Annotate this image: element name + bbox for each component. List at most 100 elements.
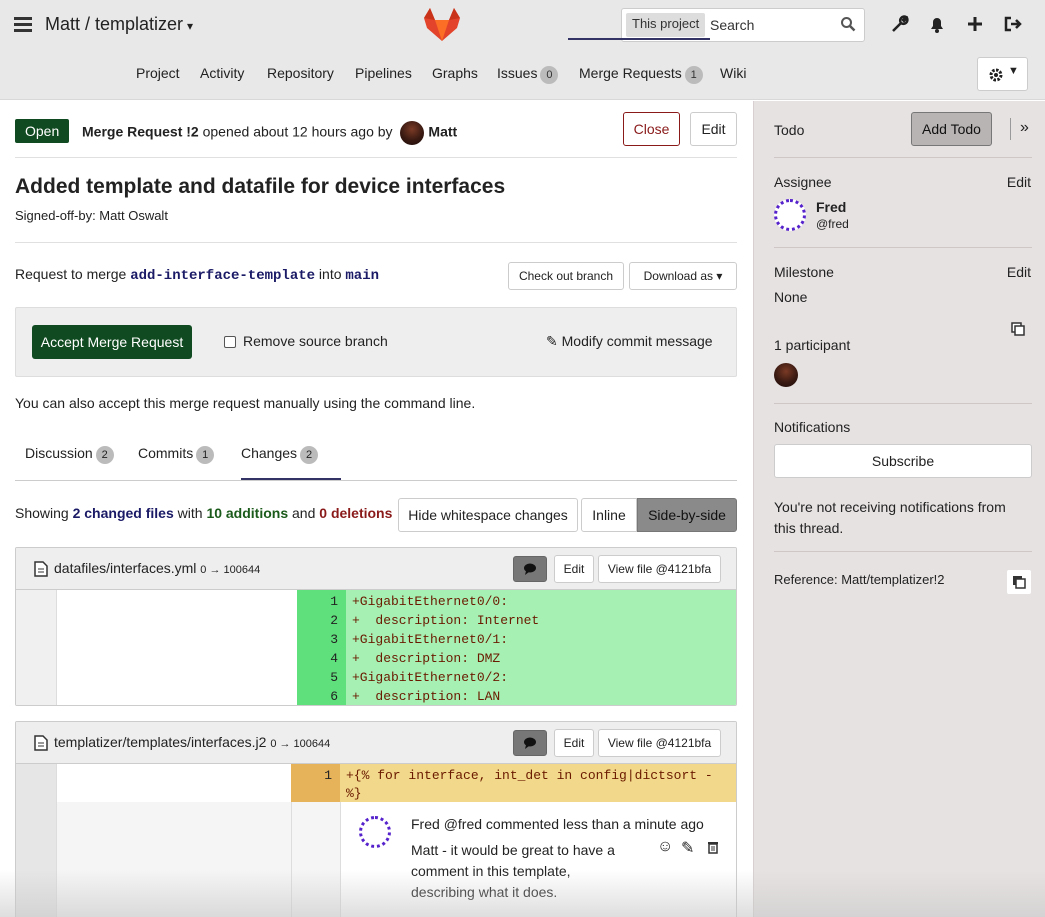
old-line-gutter [16,590,56,705]
tab-commits[interactable]: Commits 1 [138,445,215,464]
diff-file-header: templatizer/templates/interfaces.j2 0 → … [16,722,736,764]
avatar[interactable] [774,199,806,231]
copy-icon[interactable] [1011,322,1025,336]
comment-thread: Fred @fred commented less than a minute … [340,802,736,917]
tab-discussion[interactable]: Discussion 2 [25,445,114,464]
search-box[interactable]: This project Search [621,8,865,42]
avatar[interactable] [774,363,798,387]
avatar[interactable] [359,816,391,848]
menu-icon[interactable] [14,17,32,33]
accept-merge-request-button[interactable]: Accept Merge Request [32,325,192,359]
file-edit-button[interactable]: Edit [554,729,594,757]
plus-icon[interactable] [965,14,985,34]
modify-commit-message-link[interactable]: ✎ Modify commit message [546,333,713,350]
side-by-side-view-button[interactable]: Side-by-side [637,498,737,532]
changed-files-link[interactable]: 2 changed files [73,505,174,521]
deletions-count: 0 deletions [319,505,393,521]
gear-icon [989,68,1003,82]
line-number[interactable]: 5 [297,668,346,687]
old-side-empty [56,590,296,705]
nav-tab-activity[interactable]: Activity [200,65,244,81]
assignee-edit-link[interactable]: Edit [1007,174,1031,190]
hide-whitespace-button[interactable]: Hide whitespace changes [398,498,578,532]
diff-summary: Showing 2 changed files with 10 addition… [15,505,392,521]
toggle-comments-button[interactable] [513,556,547,582]
search-scope-badge[interactable]: This project [626,13,706,37]
assignee-handle: @fred [816,217,849,231]
avatar[interactable] [400,121,425,145]
nav-tab-wiki[interactable]: Wiki [720,65,746,81]
project-nav: Project Activity Repository Pipelines Gr… [0,60,1045,100]
milestone-edit-link[interactable]: Edit [1007,264,1031,280]
right-sidebar: Todo Add Todo » Assignee Edit Fred @fred… [753,101,1045,917]
line-number[interactable]: 1 [297,592,346,611]
sign-out-icon[interactable] [1003,14,1023,34]
manual-accept-period: . [471,395,476,411]
nav-tab-project[interactable]: Project [136,65,180,81]
project-title[interactable]: Matt / templatizer ▾ [45,14,193,35]
search-input[interactable]: Search [710,17,754,33]
comment-line: comment in this template, [411,863,571,879]
merge-branches-line: Request to merge add-interface-template … [15,266,379,284]
bell-icon[interactable] [927,14,947,34]
mr-info-line: Merge Request !2 opened about 12 hours a… [82,121,457,145]
remove-source-branch-checkbox[interactable] [224,336,236,348]
pencil-icon[interactable]: ✎ [681,838,694,858]
diff-file-name[interactable]: templatizer/templates/interfaces.j2 0 → … [54,734,330,750]
gitlab-logo[interactable] [422,6,462,42]
wrench-icon[interactable] [890,14,910,34]
merge-text-into: into [318,266,342,282]
line-number[interactable]: 1 [291,766,340,785]
line-number[interactable]: 4 [297,649,346,668]
download-as-dropdown[interactable]: Download as ▾ [629,262,737,290]
remove-source-branch-label[interactable]: Remove source branch [243,333,388,349]
nav-tab-merge-requests[interactable]: Merge Requests 1 [579,65,703,84]
code-line: +GigabitEthernet0/1: [352,632,509,647]
copy-reference-button[interactable] [1007,570,1031,594]
copy-icon [1013,576,1026,589]
mr-author[interactable]: Matt [428,124,457,140]
comment-icon [524,563,536,575]
add-todo-button[interactable]: Add Todo [911,112,992,146]
assignee-name[interactable]: Fred [816,199,846,215]
comment-header: Fred @fred commented less than a minute … [411,816,704,832]
inline-view-button[interactable]: Inline [581,498,637,532]
gutter-empty [291,802,340,917]
comment-line: Matt - it would be great to have a [411,842,615,858]
nav-tab-repository[interactable]: Repository [267,65,334,81]
chevron-down-icon: ▾ [187,19,194,33]
changes-count-badge: 2 [300,446,319,464]
search-icon[interactable] [840,16,856,32]
edit-icon: ✎ [546,333,558,349]
edit-button[interactable]: Edit [690,112,737,146]
line-number[interactable]: 2 [297,611,346,630]
nav-tab-pipelines[interactable]: Pipelines [355,65,412,81]
diff-file: datafiles/interfaces.yml 0 → 100644 Edit… [15,547,737,706]
toggle-comments-button[interactable] [513,730,547,756]
line-number[interactable]: 6 [297,687,346,705]
collapse-sidebar-icon[interactable]: » [1020,119,1029,137]
diff-file-name[interactable]: datafiles/interfaces.yml 0 → 100644 [54,560,260,576]
nav-tab-issues[interactable]: Issues 0 [497,65,559,84]
file-edit-button[interactable]: Edit [554,555,594,583]
subscribe-button[interactable]: Subscribe [774,444,1032,478]
settings-dropdown-button[interactable]: ▼ [977,57,1028,91]
view-file-button[interactable]: View file @4121bfa [598,555,721,583]
tab-changes[interactable]: Changes 2 [241,445,319,464]
diff-file: templatizer/templates/interfaces.j2 0 → … [15,721,737,917]
smiley-icon[interactable]: ☺ [657,838,673,856]
view-file-button[interactable]: View file @4121bfa [598,729,721,757]
nav-tab-graphs[interactable]: Graphs [432,65,478,81]
divider [774,551,1032,552]
old-line-gutter [16,764,56,917]
check-out-branch-button[interactable]: Check out branch [508,262,624,290]
manual-accept-text: You can also accept this merge request m… [15,395,475,411]
comment-author[interactable]: Fred [411,816,440,832]
command-line-link[interactable]: command line [384,395,471,411]
page-title: Added template and datafile for device i… [15,175,506,198]
trash-icon[interactable] [707,840,719,854]
line-number[interactable]: 3 [297,630,346,649]
comment-handle[interactable]: @fred [444,816,482,832]
close-button[interactable]: Close [623,112,680,146]
mr-opened-text: opened about 12 hours ago by [202,123,393,140]
